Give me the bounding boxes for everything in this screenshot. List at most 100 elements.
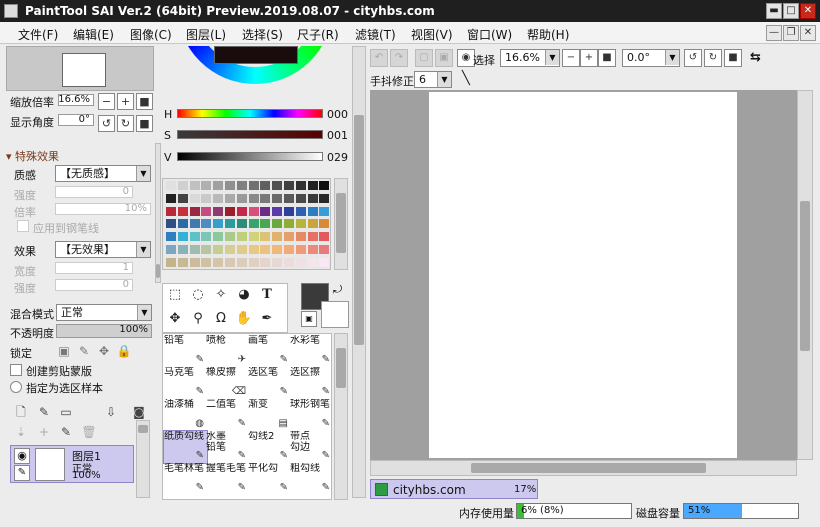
color-swatch[interactable]: [225, 181, 235, 190]
color-swatch[interactable]: [272, 193, 283, 203]
color-swatch[interactable]: [189, 206, 200, 216]
panel-scroll-thumb[interactable]: [354, 115, 364, 345]
color-swatch[interactable]: [319, 181, 330, 190]
color-swatch[interactable]: [225, 206, 235, 216]
color-swatch[interactable]: [319, 245, 330, 254]
color-swatch[interactable]: [213, 193, 224, 203]
brush-scroll-thumb[interactable]: [336, 348, 346, 388]
minimize-button[interactable]: ▬: [766, 3, 782, 19]
close-button[interactable]: ✕: [800, 3, 816, 19]
canvas-vscrollbar[interactable]: [797, 90, 813, 460]
brush-item[interactable]: 纸质勾线 ✎: [163, 430, 208, 464]
clear-layer-icon[interactable]: ✎: [57, 423, 75, 441]
merge-down-icon[interactable]: ⇣: [12, 423, 30, 441]
color-swatch[interactable]: [213, 219, 224, 229]
color-swatch[interactable]: [284, 257, 294, 267]
color-swatch[interactable]: [319, 257, 330, 267]
apply-layer-icon[interactable]: ⇩: [102, 403, 120, 421]
menu-window[interactable]: 窗口(W): [467, 26, 512, 43]
panel-scrollbar[interactable]: [352, 46, 366, 498]
texture-select[interactable]: 【无质感】 ▼: [55, 165, 151, 182]
color-swatch[interactable]: [284, 232, 294, 242]
color-swatch[interactable]: [260, 193, 271, 203]
redo-button[interactable]: ↷: [390, 49, 408, 67]
color-swatch[interactable]: [166, 181, 176, 190]
eye-icon[interactable]: ◉: [14, 448, 30, 464]
color-swatch[interactable]: [236, 219, 247, 229]
color-swatch[interactable]: [248, 219, 259, 229]
color-swatch[interactable]: [213, 206, 224, 216]
color-swatch[interactable]: [307, 181, 318, 190]
color-swatch[interactable]: [166, 232, 176, 242]
straight-line-icon[interactable]: ╲: [462, 71, 470, 86]
color-swatch[interactable]: [189, 193, 200, 203]
magic-wand-icon[interactable]: ✧: [210, 284, 232, 306]
width-slider[interactable]: 1: [55, 262, 133, 274]
brush-item[interactable]: 水彩笔 ✎: [290, 335, 331, 367]
text-tool-icon[interactable]: T: [256, 284, 278, 306]
menu-ruler[interactable]: 尺子(R): [297, 26, 339, 43]
color-swatch[interactable]: [272, 232, 283, 242]
rotate-right-button[interactable]: ↻: [117, 115, 134, 132]
color-swatch[interactable]: [260, 206, 271, 216]
brush-item[interactable]: 握笔毛笔 ✎: [206, 463, 249, 495]
new-linework-layer-icon[interactable]: ✎: [35, 403, 53, 421]
zoom-icon[interactable]: ⚲: [187, 308, 209, 330]
color-swatch[interactable]: [213, 181, 224, 190]
color-swatch[interactable]: [177, 206, 188, 216]
menu-select[interactable]: 选择(S): [242, 26, 283, 43]
brush-item[interactable]: 画笔 ✎: [248, 335, 291, 367]
clip-mask-checkbox[interactable]: [10, 364, 22, 376]
brush-item[interactable]: 铅笔 ✎: [164, 335, 207, 367]
lasso-icon[interactable]: ◌: [187, 284, 209, 306]
color-swatch[interactable]: [213, 257, 224, 267]
color-swatch[interactable]: [189, 232, 200, 242]
color-swatch[interactable]: [307, 245, 318, 254]
brush-item[interactable]: 橡皮擦 ⌫: [206, 367, 249, 399]
color-swatch[interactable]: [189, 257, 200, 267]
document-tab[interactable]: cityhbs.com 17%: [370, 479, 538, 499]
color-swatch[interactable]: [177, 232, 188, 242]
view-zoom-select[interactable]: 16.6% ▼: [500, 49, 560, 67]
color-swatch[interactable]: [236, 257, 247, 267]
strength-slider[interactable]: 0: [55, 186, 133, 198]
zoom-slider[interactable]: 16.6%: [58, 94, 94, 106]
color-swatch[interactable]: [166, 257, 176, 267]
effects-scrollbar[interactable]: [155, 143, 161, 283]
doc-minimize-button[interactable]: —: [766, 25, 782, 41]
menu-layer[interactable]: 图层(L): [186, 26, 226, 43]
rect-select-icon[interactable]: ⬚: [164, 284, 186, 306]
menu-edit[interactable]: 编辑(E): [73, 26, 114, 43]
doc-restore-button[interactable]: ❐: [783, 25, 799, 41]
flip-view-icon[interactable]: ⇆: [750, 50, 761, 65]
color-swatch[interactable]: [260, 181, 271, 190]
shape-icon[interactable]: ◕: [233, 284, 255, 306]
doc-close-button[interactable]: ✕: [800, 25, 816, 41]
color-swatch[interactable]: [201, 181, 212, 190]
move-icon[interactable]: ✥: [164, 308, 186, 330]
color-swatch[interactable]: [189, 181, 200, 190]
brush-scrollbar[interactable]: [334, 333, 348, 500]
rotate-view-icon[interactable]: Ω: [210, 308, 232, 330]
hand-icon[interactable]: ✋: [233, 308, 255, 330]
brush-item[interactable]: 马克笔 ✎: [164, 367, 207, 399]
color-swatch[interactable]: [260, 219, 271, 229]
color-swatch[interactable]: [201, 193, 212, 203]
color-swatch[interactable]: [307, 193, 318, 203]
color-swatch[interactable]: [272, 206, 283, 216]
effects-section-header[interactable]: ▾ 特殊效果: [6, 148, 59, 164]
color-swatch[interactable]: [201, 206, 212, 216]
view-rotate-left-button[interactable]: ↺: [684, 49, 702, 67]
color-swatch[interactable]: [201, 245, 212, 254]
rotate-slider[interactable]: 0°: [58, 114, 94, 126]
view-zoom-reset-button[interactable]: ■: [598, 49, 616, 67]
color-swatch[interactable]: [272, 245, 283, 254]
color-swatch[interactable]: [260, 257, 271, 267]
opacity-slider[interactable]: 100%: [56, 324, 152, 338]
color-swatch[interactable]: [295, 257, 306, 267]
color-swatch[interactable]: [295, 245, 306, 254]
color-swatch[interactable]: [307, 206, 318, 216]
color-swatch[interactable]: [284, 245, 294, 254]
hue-slider[interactable]: [177, 109, 323, 118]
color-swatch[interactable]: [260, 232, 271, 242]
